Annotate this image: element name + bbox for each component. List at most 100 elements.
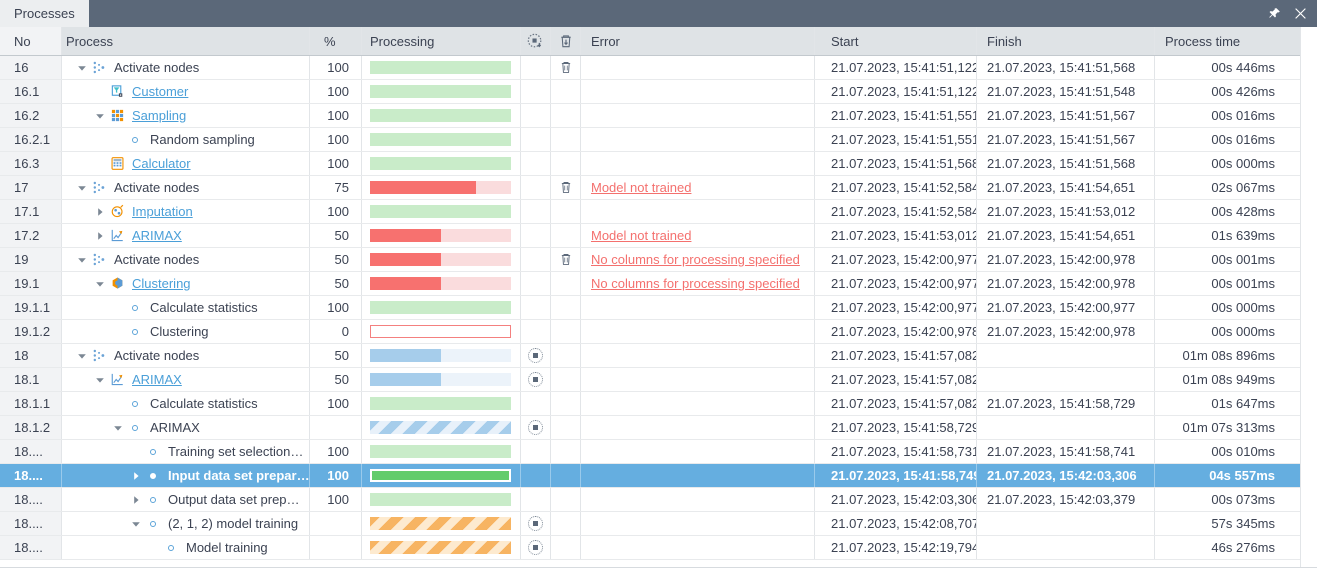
- delete-finished-processes-icon[interactable]: [551, 27, 581, 55]
- tree-twisty-right[interactable]: [128, 495, 144, 505]
- cell-process[interactable]: Output data set prep…: [62, 488, 310, 511]
- cell-stop[interactable]: [521, 512, 551, 535]
- process-table-body[interactable]: 16 Activate nodes 100 21.07.2023, 15:41:…: [0, 56, 1317, 568]
- error-message-link[interactable]: No columns for processing specified: [591, 276, 800, 291]
- table-row[interactable]: 18.1.1 Calculate statistics 100 21.07.20…: [0, 392, 1317, 416]
- delete-process-icon[interactable]: [559, 180, 573, 195]
- cell-process[interactable]: ARIMAX: [62, 416, 310, 439]
- cell-process[interactable]: Activate nodes: [62, 248, 310, 271]
- delete-process-icon[interactable]: [559, 60, 573, 75]
- cell-error[interactable]: Model not trained: [581, 224, 815, 247]
- tree-twisty-down[interactable]: [92, 279, 108, 289]
- cell-process[interactable]: Activate nodes: [62, 176, 310, 199]
- cell-delete[interactable]: [551, 56, 581, 79]
- table-row[interactable]: 18.... Training set selection… 100 21.07…: [0, 440, 1317, 464]
- table-row[interactable]: 18.1 ARIMAX 50 21.07.2023, 15:41:57,082 0…: [0, 368, 1317, 392]
- stop-process-button[interactable]: [528, 348, 543, 363]
- table-row[interactable]: 19.1.2 Clustering 0 21.07.2023, 15:42:00,…: [0, 320, 1317, 344]
- table-row[interactable]: 16.3 Calculator 100 21.07.2023, 15:41:51…: [0, 152, 1317, 176]
- process-name-label[interactable]: ARIMAX: [126, 228, 182, 243]
- delete-process-icon[interactable]: [559, 252, 573, 267]
- column-header-percent[interactable]: %: [310, 27, 362, 55]
- table-row[interactable]: 17.1 Imputation 100 21.07.2023, 15:41:52…: [0, 200, 1317, 224]
- stop-process-button[interactable]: [528, 420, 543, 435]
- column-header-start[interactable]: Start: [815, 27, 977, 55]
- cell-process[interactable]: Input data set prepar…: [62, 464, 310, 487]
- process-name-label[interactable]: Clustering: [126, 276, 191, 291]
- cell-process[interactable]: Clustering: [62, 272, 310, 295]
- tree-twisty-down[interactable]: [92, 375, 108, 385]
- tab-processes[interactable]: Processes: [0, 0, 89, 27]
- tree-twisty-down[interactable]: [128, 519, 144, 529]
- tree-twisty-down[interactable]: [74, 351, 90, 361]
- cell-process[interactable]: ARIMAX: [62, 368, 310, 391]
- process-name-label[interactable]: ARIMAX: [126, 372, 182, 387]
- table-row[interactable]: 17.2 ARIMAX 50 Model not trained 21.07.20…: [0, 224, 1317, 248]
- cell-process[interactable]: Random sampling: [62, 128, 310, 151]
- tree-twisty-down[interactable]: [74, 63, 90, 73]
- cell-stop[interactable]: [521, 344, 551, 367]
- tree-twisty-right[interactable]: [92, 207, 108, 217]
- column-header-no[interactable]: No: [0, 27, 62, 55]
- stop-process-button[interactable]: [528, 372, 543, 387]
- tree-twisty-down[interactable]: [74, 255, 90, 265]
- cell-process[interactable]: ARIMAX: [62, 224, 310, 247]
- cell-process[interactable]: Imputation: [62, 200, 310, 223]
- process-name-label[interactable]: Customer: [126, 84, 188, 99]
- table-row[interactable]: 18.... Model training 21.07.2023, 15:42:…: [0, 536, 1317, 560]
- table-row[interactable]: 18.... Output data set prep… 100 21.07.2…: [0, 488, 1317, 512]
- cell-delete[interactable]: [551, 176, 581, 199]
- table-row[interactable]: 16 Activate nodes 100 21.07.2023, 15:41:…: [0, 56, 1317, 80]
- cell-process[interactable]: Clustering: [62, 320, 310, 343]
- table-row[interactable]: 17 Activate nodes 75 Model not trained 21…: [0, 176, 1317, 200]
- cell-stop[interactable]: [521, 536, 551, 559]
- cell-process[interactable]: Sampling: [62, 104, 310, 127]
- tree-twisty-right[interactable]: [92, 231, 108, 241]
- cell-process[interactable]: Activate nodes: [62, 56, 310, 79]
- close-icon[interactable]: [1292, 6, 1308, 22]
- cell-process[interactable]: Calculate statistics: [62, 296, 310, 319]
- table-row[interactable]: 18.... Input data set prepar… 100 21.07.2…: [0, 464, 1317, 488]
- error-message-link[interactable]: No columns for processing specified: [591, 252, 800, 267]
- table-row[interactable]: 18.1.2 ARIMAX 21.07.2023, 15:41:58,729 01…: [0, 416, 1317, 440]
- cell-delete[interactable]: [551, 248, 581, 271]
- stop-all-processes-icon[interactable]: [521, 27, 551, 55]
- column-header-error[interactable]: Error: [581, 27, 815, 55]
- table-row[interactable]: 16.2.1 Random sampling 100 21.07.2023, 1…: [0, 128, 1317, 152]
- tree-twisty-down[interactable]: [110, 423, 126, 433]
- column-header-finish[interactable]: Finish: [977, 27, 1155, 55]
- table-row[interactable]: 19.1 Clustering 50 No columns for proces…: [0, 272, 1317, 296]
- process-name-label[interactable]: Calculator: [126, 156, 191, 171]
- table-row[interactable]: 16.1 Customer 100 21.07.2023, 15:41:51,1…: [0, 80, 1317, 104]
- stop-process-button[interactable]: [528, 516, 543, 531]
- tree-twisty-down[interactable]: [74, 183, 90, 193]
- table-row[interactable]: 19 Activate nodes 50 No columns for proc…: [0, 248, 1317, 272]
- cell-process[interactable]: Training set selection…: [62, 440, 310, 463]
- tree-twisty-right[interactable]: [128, 471, 144, 481]
- cell-process[interactable]: Activate nodes: [62, 344, 310, 367]
- cell-process[interactable]: (2, 1, 2) model training: [62, 512, 310, 535]
- column-header-processing[interactable]: Processing: [362, 27, 521, 55]
- cell-error[interactable]: No columns for processing specified: [581, 272, 815, 295]
- column-header-process-time[interactable]: Process time: [1155, 27, 1285, 55]
- cell-process[interactable]: Customer: [62, 80, 310, 103]
- cell-process[interactable]: Calculator: [62, 152, 310, 175]
- table-row[interactable]: 18 Activate nodes 50 21.07.2023, 15:41:5…: [0, 344, 1317, 368]
- pin-icon[interactable]: [1266, 6, 1282, 22]
- error-message-link[interactable]: Model not trained: [591, 180, 691, 195]
- cell-process[interactable]: Model training: [62, 536, 310, 559]
- cell-stop[interactable]: [521, 416, 551, 439]
- table-row[interactable]: 19.1.1 Calculate statistics 100 21.07.20…: [0, 296, 1317, 320]
- tree-twisty-down[interactable]: [92, 111, 108, 121]
- cell-error[interactable]: No columns for processing specified: [581, 248, 815, 271]
- cell-stop[interactable]: [521, 368, 551, 391]
- cell-error[interactable]: Model not trained: [581, 176, 815, 199]
- table-row[interactable]: 16.2 Sampling 100 21.07.2023, 15:41:51,5…: [0, 104, 1317, 128]
- table-row[interactable]: 18.... (2, 1, 2) model training 21.07.20…: [0, 512, 1317, 536]
- cell-process[interactable]: Calculate statistics: [62, 392, 310, 415]
- stop-process-button[interactable]: [528, 540, 543, 555]
- column-header-process[interactable]: Process: [62, 27, 310, 55]
- process-name-label[interactable]: Imputation: [126, 204, 193, 219]
- process-name-label[interactable]: Sampling: [126, 108, 186, 123]
- error-message-link[interactable]: Model not trained: [591, 228, 691, 243]
